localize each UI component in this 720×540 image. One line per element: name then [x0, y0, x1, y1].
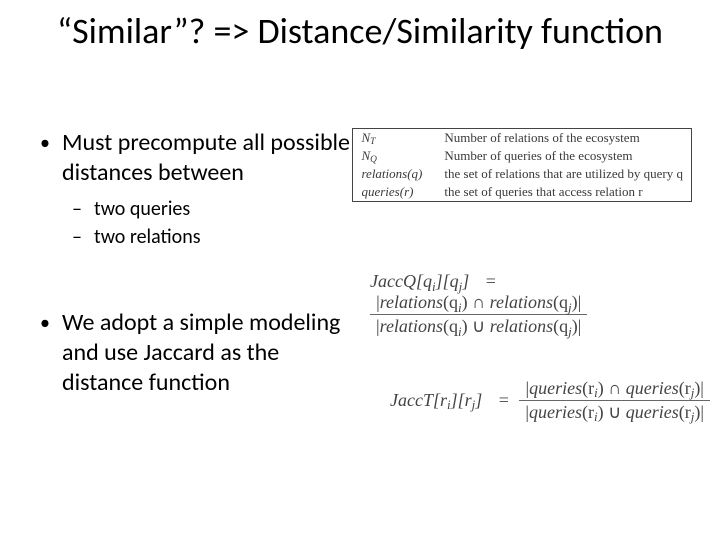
slide-title: “Similar”? => Distance/Similarity functi… — [0, 10, 720, 52]
notation-symbol: queries(r) — [353, 183, 436, 202]
slide: “Similar”? => Distance/Similarity functi… — [0, 0, 720, 540]
table-row: NQ Number of queries of the ecosystem — [353, 147, 692, 165]
notation-desc: Number of queries of the ecosystem — [436, 147, 691, 165]
fraction: |queries(ri) ∩ queries(rj)| |queries(ri)… — [519, 378, 710, 423]
table-row: queries(r) the set of queries that acces… — [353, 183, 692, 202]
equals-sign: = — [499, 390, 509, 411]
notation-symbol: NT — [353, 129, 436, 148]
bullet-jaccard: We adopt a simple modeling and use Jacca… — [40, 308, 350, 398]
formula-jacct: JaccT[ri][rj] = |queries(ri) ∩ queries(r… — [390, 378, 710, 423]
body-text-column: Must precompute all possible distances b… — [40, 128, 350, 406]
notation-desc: Number of relations of the ecosystem — [436, 129, 691, 148]
notation-table: NT Number of relations of the ecosystem … — [352, 128, 692, 202]
denominator: |queries(ri) ∪ queries(rj)| — [519, 401, 710, 423]
notation-desc: the set of relations that are utilized b… — [436, 165, 691, 183]
subbullet-two-queries: two queries — [72, 196, 350, 222]
equals-sign: = — [486, 271, 496, 292]
formula-jaccq: JaccQ[qi][qj] = |relations(qi) ∩ relatio… — [370, 270, 720, 337]
notation-desc: the set of queries that access relation … — [436, 183, 691, 202]
subbullet-two-relations: two relations — [72, 224, 350, 250]
notation-symbol: relations(q) — [353, 165, 436, 183]
fraction: |relations(qi) ∩ relations(qj)| |relatio… — [370, 292, 587, 337]
notation-symbol: NQ — [353, 147, 436, 165]
table-row: relations(q) the set of relations that a… — [353, 165, 692, 183]
table-row: NT Number of relations of the ecosystem — [353, 129, 692, 148]
formula-name: JaccT[ri][rj] — [390, 390, 482, 411]
denominator: |relations(qi) ∪ relations(qj)| — [370, 315, 587, 337]
formula-name: JaccQ[qi][qj] — [370, 271, 469, 292]
numerator: |queries(ri) ∩ queries(rj)| — [519, 378, 710, 401]
numerator: |relations(qi) ∩ relations(qj)| — [370, 292, 587, 315]
bullet-precompute: Must precompute all possible distances b… — [40, 128, 350, 188]
